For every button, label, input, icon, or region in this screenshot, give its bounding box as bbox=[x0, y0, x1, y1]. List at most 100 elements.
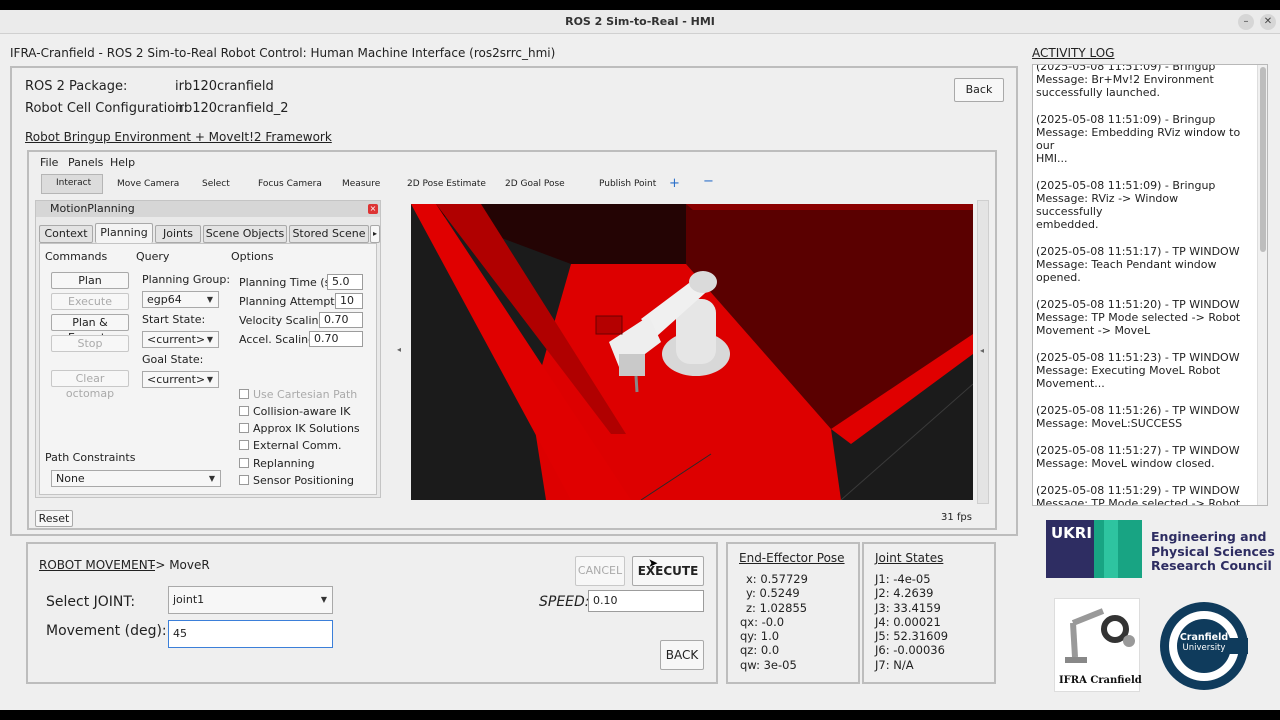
planning-attempts-spinbox[interactable]: 10 bbox=[335, 293, 363, 309]
activity-log-scrollbar[interactable] bbox=[1257, 65, 1267, 505]
query-label: Query bbox=[136, 250, 170, 263]
movement-mode: -> MoveR bbox=[151, 558, 210, 572]
robot-arm-icon bbox=[1065, 608, 1135, 663]
joint-states-panel: Joint States J1: -4e-05 J2: 4.2639 J3: 3… bbox=[862, 542, 996, 684]
planning-time-spinbox[interactable]: 5.0 bbox=[327, 274, 363, 290]
remove-tool-icon[interactable]: − bbox=[703, 174, 714, 189]
reset-button[interactable]: Reset bbox=[35, 510, 73, 527]
collapse-left-icon[interactable]: ◂ bbox=[397, 345, 401, 354]
planning-group-label: Planning Group: bbox=[142, 273, 231, 286]
planning-tab-body: Commands Query Options Plan Execute Plan… bbox=[39, 243, 377, 495]
pose-row: x: 0.57729 bbox=[746, 572, 808, 586]
cell-value: irb120cranfield_2 bbox=[175, 101, 289, 116]
chevron-down-icon: ▼ bbox=[206, 295, 213, 304]
pose-row: y: 0.5249 bbox=[746, 586, 800, 601]
speed-input[interactable]: 0.10 bbox=[588, 590, 704, 612]
epsrc-logo: Engineering and Physical Sciences Resear… bbox=[1151, 529, 1275, 573]
log-entry: (2025-05-08 11:51:17) - TP WINDOW Message… bbox=[1033, 245, 1257, 284]
close-icon[interactable]: ✕ bbox=[1260, 14, 1276, 30]
replanning-checkbox[interactable]: Replanning bbox=[239, 457, 315, 470]
use-cartesian-path-checkbox[interactable]: Use Cartesian Path bbox=[239, 388, 357, 401]
cranfield-logo-name: Cranfield bbox=[1179, 632, 1229, 643]
start-state-select[interactable]: <current> ▼ bbox=[142, 331, 219, 348]
velocity-scaling-spinbox[interactable]: 0.70 bbox=[319, 312, 363, 328]
cancel-button[interactable]: CANCEL bbox=[575, 556, 625, 586]
package-label: ROS 2 Package: bbox=[25, 79, 128, 94]
close-panel-icon[interactable]: × bbox=[368, 204, 378, 214]
motion-planning-panel: MotionPlanning × Context Planning Joints… bbox=[35, 200, 381, 498]
log-entry: (2025-05-08 11:51:20) - TP WINDOW Message… bbox=[1033, 298, 1257, 337]
tool-2d-pose-estimate[interactable]: 2D Pose Estimate bbox=[407, 179, 486, 189]
log-entry-timestamp: (2025-05-08 11:51:27) - TP WINDOW bbox=[1036, 444, 1240, 457]
end-effector-pose-panel: End-Effector Pose x: 0.57729 y: 0.5249 z… bbox=[726, 542, 860, 684]
tool-measure[interactable]: Measure bbox=[342, 179, 380, 189]
chevron-down-icon: ▼ bbox=[320, 595, 327, 604]
collision-aware-ik-checkbox[interactable]: Collision-aware IK bbox=[239, 405, 351, 418]
approx-ik-checkbox[interactable]: Approx IK Solutions bbox=[239, 422, 360, 435]
fps-readout: 31 fps bbox=[941, 512, 972, 523]
log-entry: (2025-05-08 11:51:09) - Bringup Message: … bbox=[1033, 179, 1257, 231]
rviz-frame: File Panels Help Interact Move Camera Se… bbox=[27, 150, 997, 530]
cell-label: Robot Cell Configuration: bbox=[25, 101, 188, 116]
pose-row: z: 1.02855 bbox=[746, 600, 808, 615]
tool-move-camera[interactable]: Move Camera bbox=[117, 179, 179, 189]
minimize-icon[interactable]: – bbox=[1238, 14, 1254, 30]
pose-row: qx: -0.0 bbox=[740, 614, 785, 629]
external-comm-checkbox[interactable]: External Comm. bbox=[239, 439, 341, 452]
joint-row: J1: -4e-05 bbox=[875, 572, 931, 586]
log-entry: (2025-05-08 11:51:27) - TP WINDOW Message… bbox=[1033, 444, 1257, 470]
mouse-cursor-icon: ➤ bbox=[648, 556, 659, 570]
planning-attempts-label: Planning Attempts: bbox=[239, 295, 345, 308]
movement-deg-input[interactable]: 45 bbox=[168, 620, 333, 648]
tab-scene-objects[interactable]: Scene Objects bbox=[203, 225, 287, 243]
goal-state-select[interactable]: <current> ▼ bbox=[142, 371, 219, 388]
path-constraints-select[interactable]: None ▼ bbox=[51, 470, 221, 487]
accel-scaling-spinbox[interactable]: 0.70 bbox=[309, 331, 363, 347]
plan-button[interactable]: Plan bbox=[51, 272, 129, 289]
planning-group-select[interactable]: egp64 ▼ bbox=[142, 291, 219, 308]
execute-button[interactable]: EXECUTE bbox=[632, 556, 704, 586]
log-entry-timestamp: (2025-05-08 11:51:17) - TP WINDOW bbox=[1036, 245, 1240, 258]
log-entry-message: Message: TP Mode selected -> Robot bbox=[1036, 311, 1241, 324]
log-entry-message: Message: MoveL window closed. bbox=[1036, 457, 1215, 470]
rviz-3d-viewport[interactable] bbox=[411, 204, 973, 500]
tab-stored-scene[interactable]: Stored Scene bbox=[289, 225, 369, 243]
clear-octomap-button[interactable]: Clear octomap bbox=[51, 370, 129, 400]
robot-movement-title: ROBOT MOVEMENT bbox=[39, 558, 156, 572]
stop-button[interactable]: Stop bbox=[51, 335, 129, 352]
chevron-down-icon: ▼ bbox=[206, 335, 213, 344]
joint-select[interactable]: joint1 ▼ bbox=[168, 586, 333, 614]
planning-time-label: Planning Time (s): bbox=[239, 276, 339, 289]
tool-publish-point[interactable]: Publish Point bbox=[599, 179, 656, 189]
sensor-positioning-checkbox[interactable]: Sensor Positioning bbox=[239, 474, 354, 487]
tab-planning[interactable]: Planning bbox=[95, 223, 153, 243]
joint-row: J2: 4.2639 bbox=[875, 586, 934, 601]
activity-log-list[interactable]: (2025-05-08 11:51:09) - Bringup Message: … bbox=[1032, 64, 1268, 506]
tab-joints[interactable]: Joints bbox=[155, 225, 201, 243]
add-tool-icon[interactable]: + bbox=[669, 176, 680, 191]
right-collapse-bar[interactable]: ◂ bbox=[977, 200, 989, 504]
section-title: Robot Bringup Environment + MoveIt!2 Fra… bbox=[25, 130, 332, 144]
menu-panels[interactable]: Panels bbox=[68, 156, 103, 169]
tool-select[interactable]: Select bbox=[202, 179, 230, 189]
tool-2d-goal-pose[interactable]: 2D Goal Pose bbox=[505, 179, 565, 189]
tab-scroll-right-icon[interactable]: ▸ bbox=[370, 225, 380, 243]
menu-help[interactable]: Help bbox=[110, 156, 135, 169]
tool-interact-button[interactable]: Interact bbox=[41, 174, 103, 194]
plan-execute-button[interactable]: Plan & Execute bbox=[51, 314, 129, 344]
log-entry-message: Movement... bbox=[1036, 377, 1105, 390]
log-entry: (2025-05-08 11:51:26) - TP WINDOW Message… bbox=[1033, 404, 1257, 430]
execute-plan-button[interactable]: Execute bbox=[51, 293, 129, 310]
log-entry-message: successfully launched. bbox=[1036, 86, 1160, 99]
back-button[interactable]: Back bbox=[954, 78, 1004, 102]
movement-back-button[interactable]: BACK bbox=[660, 640, 704, 670]
activity-log-title: ACTIVITY LOG bbox=[1032, 46, 1115, 60]
tab-context[interactable]: Context bbox=[39, 225, 93, 243]
tool-focus-camera[interactable]: Focus Camera bbox=[258, 179, 322, 189]
movement-deg-label: Movement (deg): bbox=[46, 623, 167, 639]
chevron-down-icon: ▼ bbox=[208, 474, 215, 483]
options-label: Options bbox=[231, 250, 274, 263]
menu-file[interactable]: File bbox=[40, 156, 58, 169]
scrollbar-thumb[interactable] bbox=[1260, 67, 1266, 252]
accel-scaling-label: Accel. Scaling: bbox=[239, 333, 319, 346]
